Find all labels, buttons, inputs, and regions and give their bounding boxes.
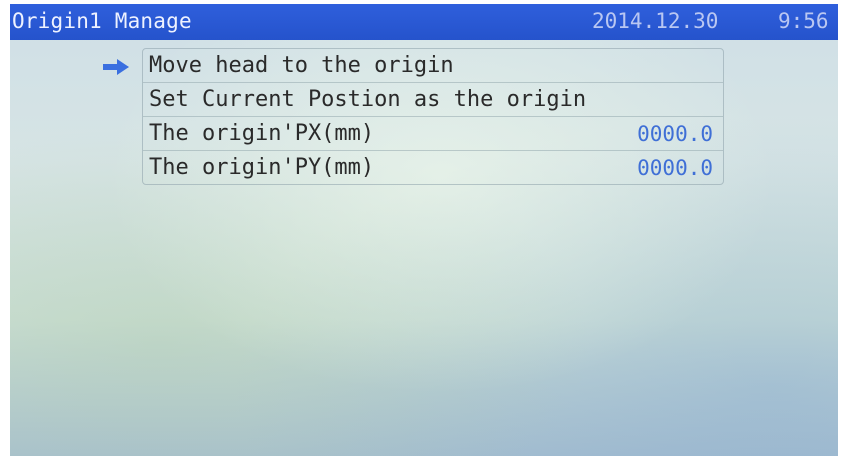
lcd-screen: Origin1 Manage 2014.12.30 9:56 Move head… [10,4,838,456]
page-title: Origin1 Manage [12,9,192,33]
origin-menu: Move head to the origin Set Current Post… [142,48,724,185]
menu-item-set-origin[interactable]: Set Current Postion as the origin [143,83,723,117]
menu-item-label: The origin'PY(mm) [149,155,375,180]
menu-item-label: The origin'PX(mm) [149,121,375,146]
origin-py-value: 0000.0 [637,156,713,180]
menu-item-move-head[interactable]: Move head to the origin [143,49,723,83]
menu-item-origin-py[interactable]: The origin'PY(mm) 0000.0 [143,151,723,184]
title-bar: Origin1 Manage 2014.12.30 9:56 [10,4,838,40]
date-display: 2014.12.30 [592,9,719,33]
menu-item-label: Move head to the origin [149,53,454,78]
menu-item-label: Set Current Postion as the origin [149,87,587,112]
menu-item-origin-px[interactable]: The origin'PX(mm) 0000.0 [143,117,723,151]
origin-px-value: 0000.0 [637,122,713,146]
arrow-right-icon [103,59,129,75]
time-display: 9:56 [778,9,829,33]
device-bezel: Origin1 Manage 2014.12.30 9:56 Move head… [0,0,852,456]
